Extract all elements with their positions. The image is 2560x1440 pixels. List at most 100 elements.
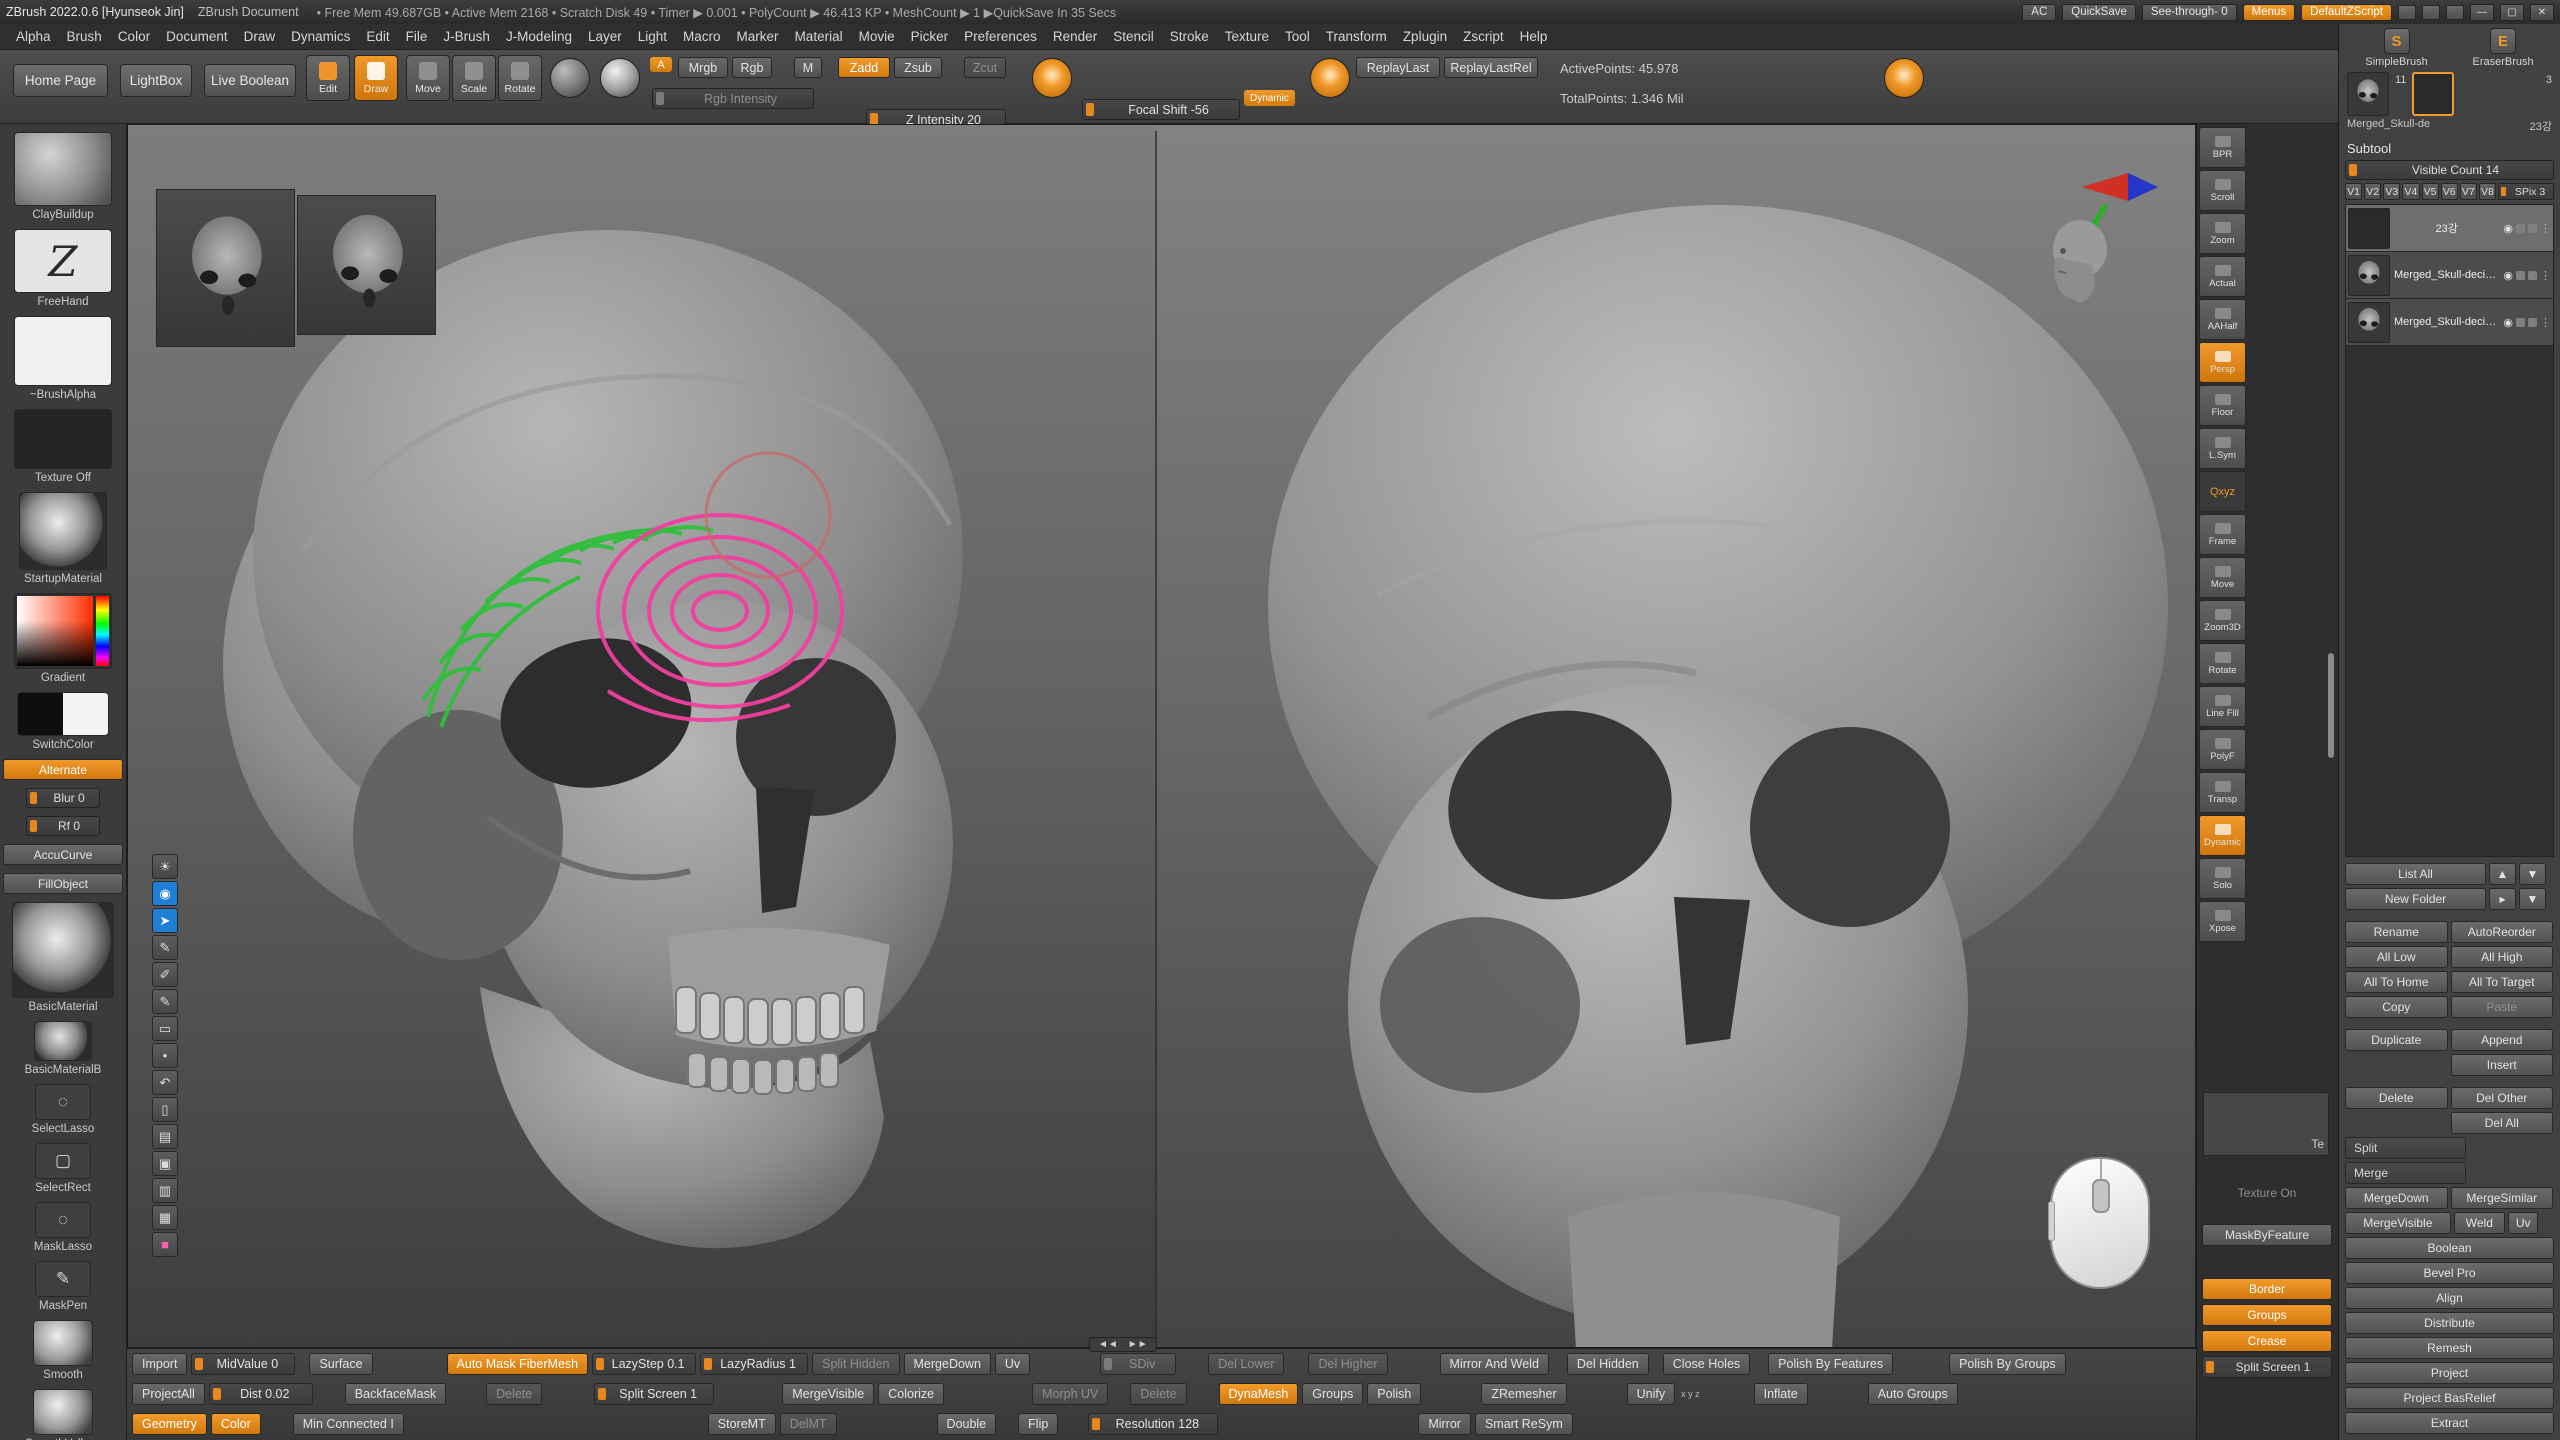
bottom-bar-item[interactable]: Delete <box>486 1383 542 1405</box>
tool-panel-button[interactable]: MergeVisible <box>2345 1212 2451 1234</box>
qxyz-button[interactable]: Qxyz <box>2199 471 2246 512</box>
subtool-version-tab[interactable]: V2 <box>2364 183 2381 200</box>
zadd-button[interactable]: Zadd <box>838 57 890 78</box>
tool-panel-button[interactable]: Merge <box>2345 1162 2466 1184</box>
menu-item[interactable]: Stroke <box>1162 29 1217 44</box>
tool-panel-button[interactable]: Rename <box>2345 921 2448 943</box>
replay-last-rel-button[interactable]: ReplayLastRel <box>1444 57 1538 78</box>
tool-panel-button[interactable]: Remesh <box>2345 1337 2554 1359</box>
bottom-bar-item[interactable]: MergeVisible <box>782 1383 874 1405</box>
tool-panel-button[interactable] <box>2345 913 2554 918</box>
bottom-bar-item[interactable]: Inflate <box>1754 1383 1808 1405</box>
transparency-button[interactable]: Transp <box>2199 772 2246 813</box>
menu-item[interactable]: J-Brush <box>435 29 498 44</box>
subtool-item[interactable]: 23강 ◉ ⋮ <box>2346 205 2553 252</box>
dynamic-mode-button[interactable]: Dynamic <box>1244 90 1295 106</box>
sidebar-item[interactable]: BasicMaterial <box>12 902 114 1013</box>
menu-item[interactable]: Alpha <box>8 29 59 44</box>
palette-icon[interactable]: ▦ <box>152 1205 178 1230</box>
sidebar-item[interactable]: StartupMaterial <box>19 492 107 585</box>
pencil-icon[interactable]: ✐ <box>152 962 178 987</box>
tool-panel-button[interactable]: Paste <box>2451 996 2554 1018</box>
menu-item[interactable]: Macro <box>675 29 729 44</box>
bottom-bar-item[interactable]: Min Connected I <box>293 1413 404 1435</box>
rgb-button[interactable]: Rgb <box>732 57 772 78</box>
subtool-version-tab[interactable]: V4 <box>2402 183 2419 200</box>
bottom-bar-item[interactable]: Uv <box>995 1353 1030 1375</box>
tool-thumbnail[interactable] <box>2347 72 2389 116</box>
sidebar-item[interactable]: SwitchColor <box>17 692 109 751</box>
bottom-bar-item[interactable]: ProjectAll <box>132 1383 205 1405</box>
live-boolean-button[interactable]: Live Boolean <box>204 64 296 97</box>
tool-panel-button[interactable]: ▸ <box>2489 888 2516 910</box>
zsub-button[interactable]: Zsub <box>894 57 942 78</box>
bottom-bar-item[interactable]: Mirror And Weld <box>1440 1353 1549 1375</box>
canvas-scrollbar[interactable] <box>2328 653 2334 758</box>
linefill-button[interactable]: Line Fill <box>2199 686 2246 727</box>
visibility-eye-icon[interactable]: ◉ <box>2503 316 2513 329</box>
border-button[interactable]: Border <box>2202 1278 2332 1300</box>
bpr-button[interactable]: BPR <box>2199 127 2246 168</box>
menu-item[interactable]: Transform <box>1318 29 1395 44</box>
bottom-bar-item[interactable]: SDiv <box>1100 1353 1176 1375</box>
tool-panel-button[interactable]: Project BasRelief <box>2345 1387 2554 1409</box>
replay-icon[interactable] <box>1310 58 1350 98</box>
bottom-bar-item[interactable]: Double <box>937 1413 997 1435</box>
tool-panel-button[interactable]: MergeSimilar <box>2451 1187 2554 1209</box>
subtool-item[interactable]: Merged_Skull-decimation2_4 ◉ ⋮ <box>2346 299 2553 346</box>
floor-button[interactable]: Floor <box>2199 385 2246 426</box>
tool-slot-eraserbrush[interactable]: E EraserBrush <box>2472 28 2533 68</box>
bottom-bar-item[interactable]: Close Holes <box>1663 1353 1750 1375</box>
tool-panel-button[interactable]: Project <box>2345 1362 2554 1384</box>
sidebar-item[interactable]: FillObject <box>3 873 123 894</box>
scroll-back-icon[interactable]: ◄◄ <box>1098 1339 1118 1350</box>
tool-panel-button[interactable] <box>2345 1079 2554 1084</box>
edit-button[interactable]: Edit <box>306 55 350 101</box>
image-icon[interactable]: ▣ <box>152 1151 178 1176</box>
close-button[interactable]: ✕ <box>2530 4 2554 21</box>
tool-panel-button[interactable]: Boolean <box>2345 1237 2554 1259</box>
sidebar-item[interactable]: Alternate <box>3 759 123 780</box>
subtool-menu-icon[interactable]: ⋮ <box>2540 316 2551 329</box>
bottom-bar-item[interactable]: Polish By Groups <box>1949 1353 2066 1375</box>
clipboard-icon[interactable]: ▥ <box>152 1178 178 1203</box>
menu-item[interactable]: Picker <box>903 29 957 44</box>
sculpt-toggle-icon[interactable] <box>2528 318 2537 327</box>
rotate-button[interactable]: Rotate <box>2199 643 2246 684</box>
bottom-bar-item[interactable]: Color <box>211 1413 261 1435</box>
draw-button[interactable]: Draw <box>354 55 398 101</box>
maximize-button[interactable]: ▢ <box>2500 4 2524 21</box>
menu-item[interactable]: Brush <box>59 29 110 44</box>
bottom-bar-item[interactable]: LazyStep 0.1 <box>592 1353 696 1375</box>
menu-item[interactable]: J-Modeling <box>498 29 580 44</box>
tool-thumbnail-current[interactable] <box>2412 72 2454 116</box>
zoom-button[interactable]: Zoom <box>2199 213 2246 254</box>
dot-brush-icon[interactable]: • <box>152 1043 178 1068</box>
sidebar-item[interactable]: ~BrushAlpha <box>14 316 112 401</box>
dynamic-persp-button[interactable]: Dynamic <box>2199 815 2246 856</box>
tool-panel-button[interactable]: Insert <box>2451 1054 2554 1076</box>
polyframe-button[interactable]: PolyF <box>2199 729 2246 770</box>
subtool-menu-icon[interactable]: ⋮ <box>2540 222 2551 235</box>
bottom-bar-item[interactable]: BackfaceMask <box>345 1383 446 1405</box>
bottom-bar-item[interactable]: Colorize <box>878 1383 944 1405</box>
reference-image[interactable] <box>297 195 436 335</box>
bottom-bar-item[interactable]: Import <box>132 1353 187 1375</box>
actual-button[interactable]: Actual <box>2199 256 2246 297</box>
document-canvas[interactable]: ☀◉➤✎✐✎▭•↶▯▤▣▥▦■ <box>127 124 2196 1348</box>
bottom-bar-item[interactable]: Surface <box>309 1353 372 1375</box>
menu-item[interactable]: Tool <box>1277 29 1318 44</box>
visibility-eye-icon[interactable]: ◉ <box>2503 269 2513 282</box>
bottom-bar-item[interactable]: Dist 0.02 <box>209 1383 313 1405</box>
tool-panel-button[interactable]: Split <box>2345 1137 2466 1159</box>
bottom-bar-item[interactable]: Mirror <box>1418 1413 1471 1435</box>
tool-panel-button[interactable]: Append <box>2451 1029 2554 1051</box>
stroke-preview-icon[interactable] <box>550 58 590 98</box>
sidebar-item[interactable]: MaskLasso <box>34 1202 92 1253</box>
lsym-button[interactable]: L.Sym <box>2199 428 2246 469</box>
bottom-bar-item[interactable]: Auto Groups <box>1868 1383 1958 1405</box>
subtool-item[interactable]: Merged_Skull-decimation2 ◉ ⋮ <box>2346 252 2553 299</box>
bottom-bar-item[interactable]: StoreMT <box>708 1413 776 1435</box>
sidebar-item[interactable]: FreeHand <box>14 229 112 308</box>
lightbox-button[interactable]: LightBox <box>120 64 192 97</box>
